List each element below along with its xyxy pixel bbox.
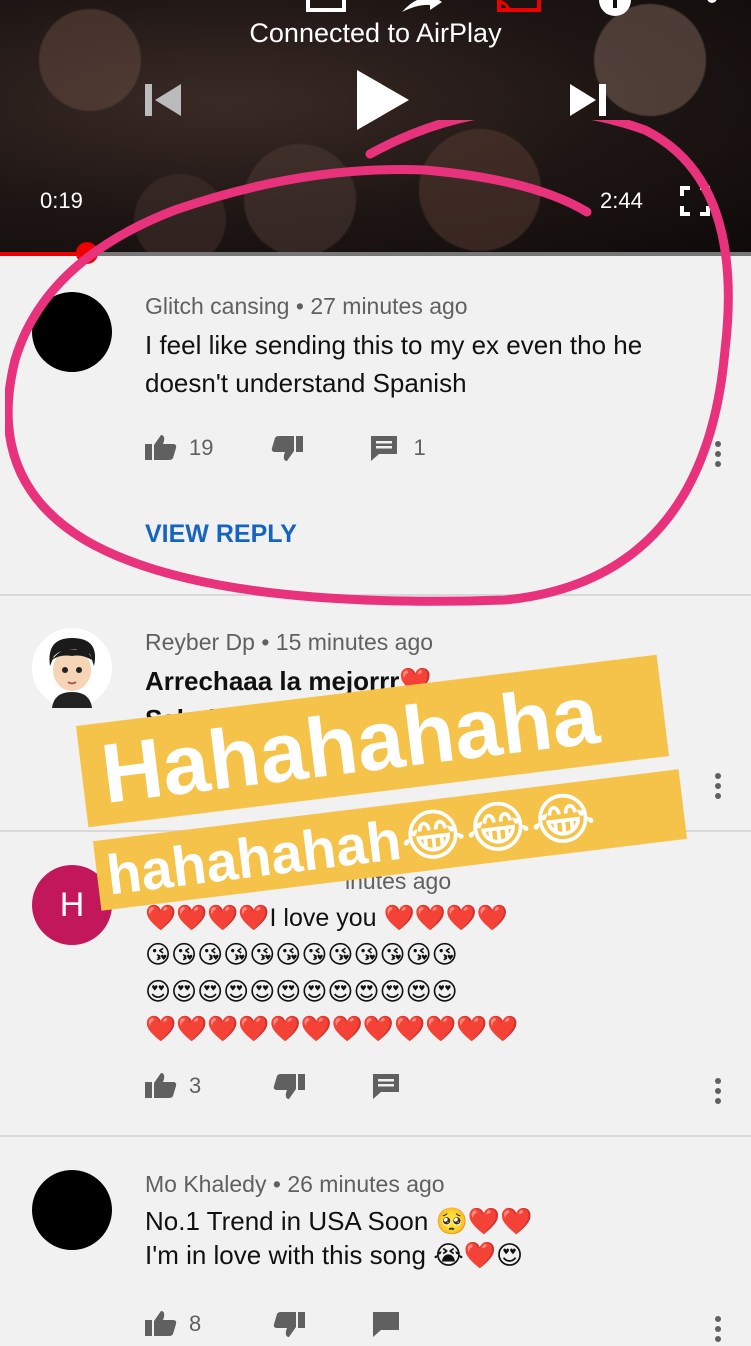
comment-age: 15 minutes ago (275, 629, 434, 655)
comment-age: 26 minutes ago (287, 1171, 445, 1197)
airplay-status: Connected to AirPlay (249, 18, 502, 48)
like-count: 3 (189, 1073, 202, 1098)
comment-text-line: ❤️❤️❤️❤️❤️❤️❤️❤️❤️❤️❤️❤️ (145, 1015, 519, 1043)
share-icon[interactable] (400, 0, 444, 16)
dislike-icon[interactable] (273, 1310, 306, 1338)
like-icon[interactable] (145, 1072, 177, 1100)
meta-separator: • (261, 629, 270, 655)
dislike-icon[interactable] (273, 1072, 306, 1100)
info-icon[interactable] (597, 0, 633, 16)
comment-actions: 8 (145, 1310, 401, 1338)
avatar[interactable] (32, 628, 112, 708)
like-count: 8 (189, 1311, 202, 1336)
comment-text-line: I'm in love with this song 😭❤️😍 (145, 1240, 524, 1270)
comment-text: ❤️❤️❤️❤️I love you ❤️❤️❤️❤️ 😘😘😘😘😘😘😘😘😘😘😘😘… (145, 900, 519, 1048)
comment-author[interactable]: Reyber Dp (145, 629, 255, 655)
previous-icon[interactable] (143, 80, 183, 120)
next-icon[interactable] (568, 80, 608, 120)
more-icon[interactable] (702, 0, 722, 12)
divider (0, 1135, 751, 1137)
meta-separator: • (272, 1171, 281, 1197)
cast-icon[interactable] (497, 0, 543, 16)
reply-icon[interactable] (371, 1072, 401, 1100)
comment-meta: Reyber Dp • 15 minutes ago (145, 629, 433, 656)
avatar[interactable] (32, 1170, 112, 1250)
kebab-menu-icon[interactable] (715, 1312, 721, 1346)
kebab-menu-icon[interactable] (715, 1074, 721, 1108)
kebab-menu-icon[interactable] (715, 769, 721, 803)
comment-author[interactable]: Mo Khaledy (145, 1171, 266, 1197)
like-icon[interactable] (145, 1310, 177, 1338)
comment-text-line: ❤️❤️❤️❤️I love you ❤️❤️❤️❤️ (145, 904, 508, 932)
comment-text-line: 😍😍😍😍😍😍😍😍😍😍😍😍 (145, 978, 458, 1006)
comment-text: No.1 Trend in USA Soon 🥺❤️❤️ I'm in love… (145, 1204, 533, 1272)
queue-icon[interactable] (300, 0, 350, 16)
reply-icon[interactable] (371, 1310, 401, 1338)
highlight-circle-annotation (5, 120, 733, 606)
comment-meta: Mo Khaledy • 26 minutes ago (145, 1171, 445, 1198)
comment-text-line: No.1 Trend in USA Soon 🥺❤️❤️ (145, 1206, 533, 1236)
comment-text-line: 😘😘😘😘😘😘😘😘😘😘😘😘 (145, 941, 458, 969)
comment-actions: 3 (145, 1072, 401, 1100)
